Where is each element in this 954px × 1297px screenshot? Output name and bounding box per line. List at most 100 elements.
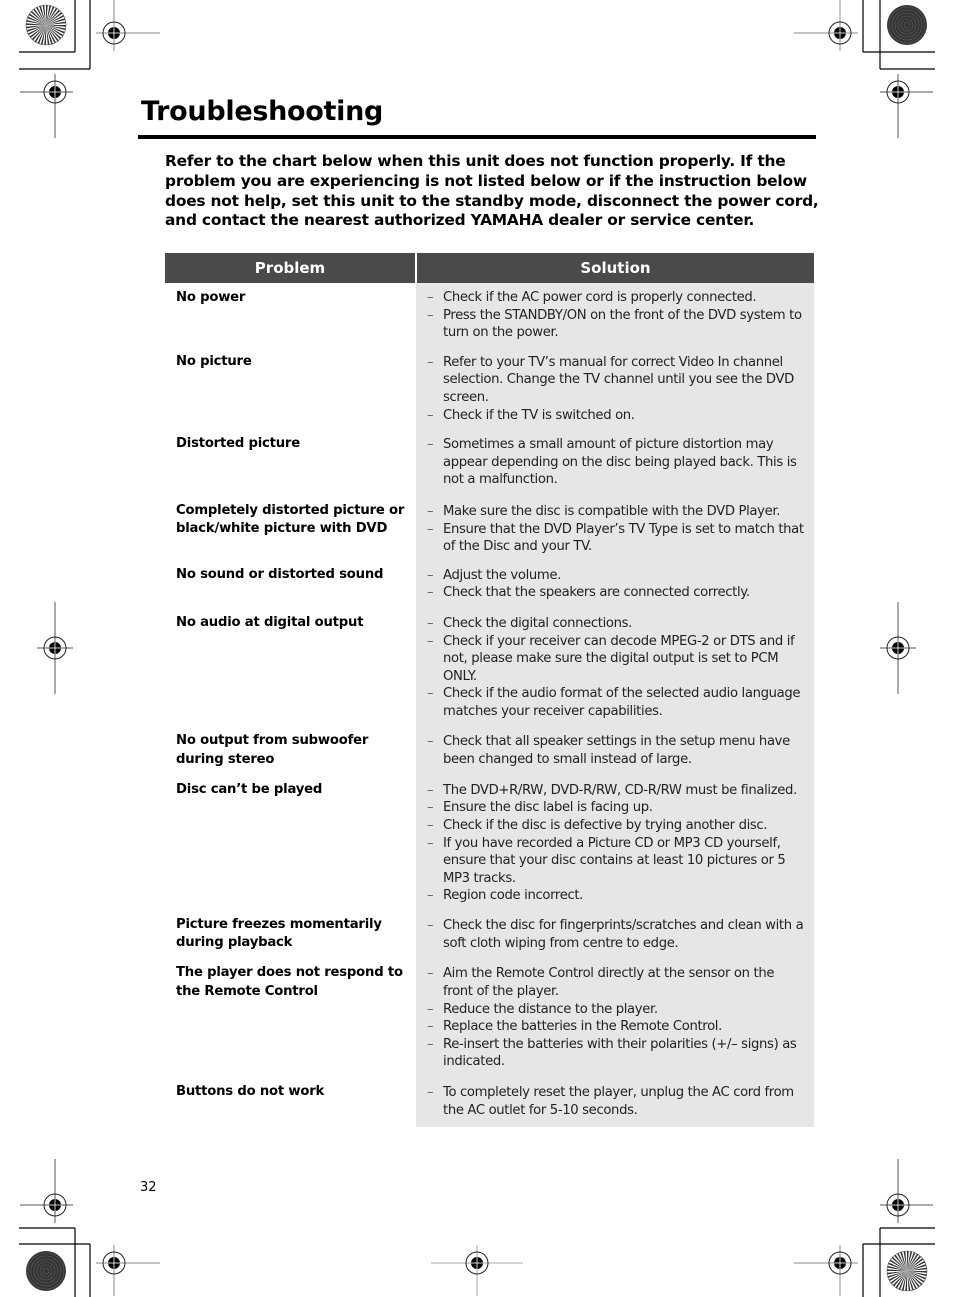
solution-text: Ensure that the DVD Player’s TV Type is … bbox=[443, 521, 804, 555]
page-title: Troubleshooting bbox=[141, 96, 384, 127]
dash-bullet-icon: – bbox=[427, 782, 434, 798]
dash-bullet-icon: – bbox=[427, 503, 434, 519]
table-row: The player does not respond to the Remot… bbox=[165, 962, 814, 1081]
solution-text: Check if the TV is switched on. bbox=[443, 407, 635, 423]
dash-bullet-icon: – bbox=[427, 1036, 434, 1052]
solution-text: Check the disc for fingerprints/scratche… bbox=[443, 918, 804, 951]
problem-cell: Disc can’t be played bbox=[176, 781, 323, 797]
solution-text: Replace the batteries in the Remote Cont… bbox=[443, 1019, 722, 1035]
solution-text: Adjust the volume. bbox=[443, 567, 561, 583]
crosshair-target-icon bbox=[794, 1245, 858, 1296]
solution-text: Check that the speakers are connected co… bbox=[443, 585, 750, 601]
solution-cell: – Check if the AC power cord is properly … bbox=[416, 283, 814, 351]
solution-cell: – Check the disc for fingerprints/scratch… bbox=[416, 914, 814, 963]
solution-item: – Check that the speakers are connected c… bbox=[427, 584, 806, 602]
solution-text: The DVD+R/RW, DVD-R/RW, CD-R/RW must be … bbox=[443, 782, 797, 798]
solution-text: Check that all speaker settings in the s… bbox=[443, 734, 790, 768]
solution-cell: – Refer to your TV’s manual for correct V… bbox=[416, 350, 814, 434]
dash-bullet-icon: – bbox=[427, 918, 434, 934]
intro-paragraph: Refer to the chart below when this unit … bbox=[165, 152, 819, 230]
crosshair-target-icon bbox=[880, 74, 933, 138]
problem-cell: No picture bbox=[176, 353, 252, 369]
dash-bullet-icon: – bbox=[427, 567, 434, 583]
concentric-registration-icon bbox=[887, 5, 927, 45]
solution-item: – To completely reset the player, unplug … bbox=[427, 1084, 806, 1119]
solution-item: – Check if your receiver can decode MPEG-… bbox=[427, 633, 806, 686]
starburst-registration-icon bbox=[25, 4, 67, 46]
solution-item: – Check that all speaker settings in the … bbox=[427, 733, 806, 768]
solution-text: Reduce the distance to the player. bbox=[443, 1001, 658, 1017]
solution-text: Sometimes a small amount of picture dist… bbox=[443, 437, 797, 488]
table-row: No picture – Refer to your TV’s manual for… bbox=[165, 350, 814, 434]
solution-cell: – Aim the Remote Control directly at the … bbox=[416, 962, 814, 1081]
problem-cell: No output from subwoofer during stereo bbox=[176, 733, 369, 767]
starburst-registration-icon bbox=[886, 1250, 928, 1292]
table-row: Buttons do not work – To completely reset … bbox=[165, 1081, 814, 1128]
solution-text: Region code incorrect. bbox=[443, 888, 584, 904]
crosshair-target-icon bbox=[880, 602, 916, 694]
crosshair-target-icon bbox=[20, 74, 73, 138]
crosshair-target-icon bbox=[37, 602, 73, 694]
solution-text: Check if your receiver can decode MPEG-2… bbox=[443, 633, 795, 684]
dash-bullet-icon: – bbox=[427, 1085, 434, 1100]
dash-bullet-icon: – bbox=[427, 585, 434, 601]
crosshair-target-icon bbox=[96, 1245, 160, 1296]
solution-item: – Adjust the volume. bbox=[427, 567, 806, 585]
problem-cell: No sound or distorted sound bbox=[176, 566, 384, 582]
problem-cell: Distorted picture bbox=[176, 436, 300, 452]
solution-item: – Check if the audio format of the select… bbox=[427, 685, 806, 720]
solution-item: – Sometimes a small amount of picture dis… bbox=[427, 436, 806, 489]
dash-bullet-icon: – bbox=[427, 307, 434, 323]
solution-text: Make sure the disc is compatible with th… bbox=[443, 503, 781, 519]
solution-cell: – Check that all speaker settings in the … bbox=[416, 730, 814, 779]
solution-cell: – Adjust the volume. – Check that the speak… bbox=[416, 563, 814, 612]
problem-cell: No audio at digital output bbox=[176, 614, 364, 630]
dash-bullet-icon: – bbox=[427, 633, 434, 649]
solution-text: Ensure the disc label is facing up. bbox=[443, 800, 653, 816]
dash-bullet-icon: – bbox=[427, 686, 434, 702]
problem-cell: Picture freezes momentarily during playb… bbox=[176, 917, 382, 951]
table-row: No power – Check if the AC power cord is p… bbox=[165, 283, 814, 351]
crosshair-target-icon bbox=[880, 1159, 933, 1223]
crosshair-target-icon bbox=[431, 1245, 523, 1296]
dash-bullet-icon: – bbox=[427, 615, 434, 631]
solution-cell: – Make sure the disc is compatible with t… bbox=[416, 499, 814, 564]
crosshair-target-icon bbox=[20, 1159, 73, 1223]
solution-item: – Check if the AC power cord is properly … bbox=[427, 289, 806, 307]
dash-bullet-icon: – bbox=[427, 888, 434, 904]
solution-text: If you have recorded a Picture CD or MP3… bbox=[443, 835, 786, 886]
solution-item: – Press the STANDBY/ON on the front of th… bbox=[427, 307, 806, 342]
crosshair-target-icon bbox=[794, 0, 858, 51]
solution-item: – Refer to your TV’s manual for correct V… bbox=[427, 354, 806, 407]
solution-text: Check if the AC power cord is properly c… bbox=[443, 290, 757, 305]
table-row: No output from subwoofer during stereo – C… bbox=[165, 730, 814, 779]
problem-cell: Completely distorted picture or black/wh… bbox=[176, 502, 405, 537]
dash-bullet-icon: – bbox=[427, 835, 434, 851]
solution-text: Aim the Remote Control directly at the s… bbox=[443, 966, 775, 1000]
table-row: Distorted picture – Sometimes a small amou… bbox=[165, 433, 814, 500]
solution-text: Refer to your TV’s manual for correct Vi… bbox=[443, 354, 794, 405]
dash-bullet-icon: – bbox=[427, 734, 434, 750]
dash-bullet-icon: – bbox=[427, 1001, 434, 1017]
solution-text: Check if the audio format of the selecte… bbox=[443, 686, 801, 719]
dash-bullet-icon: – bbox=[427, 437, 434, 453]
dash-bullet-icon: – bbox=[427, 521, 434, 537]
table-row: Picture freezes momentarily during playb… bbox=[165, 914, 814, 963]
dash-bullet-icon: – bbox=[427, 1019, 434, 1035]
table-row: No audio at digital output – Check the dig… bbox=[165, 611, 814, 731]
solution-text: Check if the disc is defective by trying… bbox=[443, 818, 768, 834]
dash-bullet-icon: – bbox=[427, 966, 434, 982]
solution-item: – The DVD+R/RW, DVD-R/RW, CD-R/RW must be… bbox=[427, 782, 806, 800]
solution-item: – Region code incorrect. bbox=[427, 887, 806, 905]
solution-item: – Ensure the disc label is facing up. bbox=[427, 799, 806, 817]
table-header: Problem Solution bbox=[165, 253, 814, 283]
page-number: 32 bbox=[140, 1180, 157, 1195]
table-row: Completely distorted picture or black/wh… bbox=[165, 499, 814, 564]
solution-cell: – Sometimes a small amount of picture dis… bbox=[416, 433, 814, 500]
troubleshooting-table: Problem Solution No power – Check if the A… bbox=[165, 253, 814, 1128]
dash-bullet-icon: – bbox=[427, 354, 434, 370]
solution-item: – If you have recorded a Picture CD or MP… bbox=[427, 835, 806, 888]
table-row: Disc can’t be played – The DVD+R/RW, DVD-R… bbox=[165, 778, 814, 915]
solution-text: Press the STANDBY/ON on the front of the… bbox=[443, 307, 802, 341]
solution-item: – Aim the Remote Control directly at the … bbox=[427, 965, 806, 1000]
